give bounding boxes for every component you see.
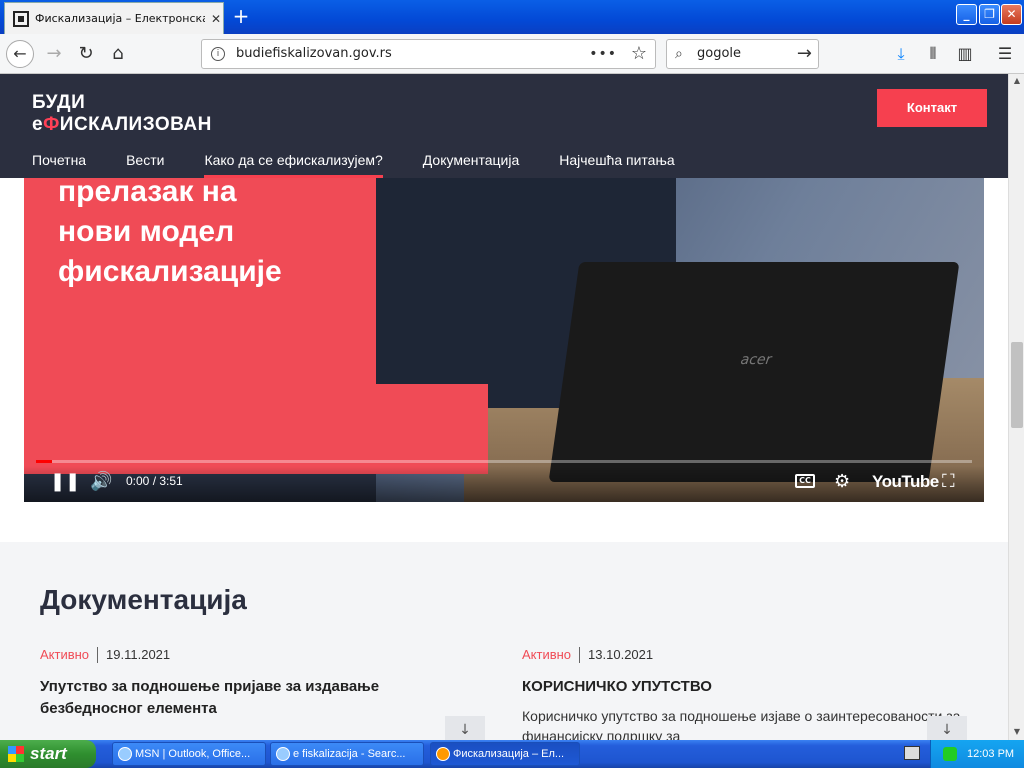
video-progress-bar[interactable] bbox=[36, 460, 972, 463]
site-logo-line2[interactable]: еФИСКАЛИЗОВАН bbox=[32, 114, 212, 136]
video-laptop: acer bbox=[548, 262, 960, 482]
system-tray: 12:03 PM bbox=[930, 740, 1024, 768]
section-title: Документација bbox=[40, 584, 247, 615]
taskbar-item[interactable]: MSN | Outlook, Office... bbox=[112, 742, 266, 766]
page-scrollbar[interactable]: ▲ ▼ bbox=[1008, 74, 1024, 740]
tab-title: Фискализација – Електронска ф bbox=[35, 12, 205, 25]
doc-status: Активно bbox=[522, 647, 581, 663]
sidebar-icon[interactable]: ▥ bbox=[952, 40, 978, 68]
url-text[interactable]: budiefiskalizovan.gov.rs bbox=[236, 46, 392, 61]
tab-close-icon[interactable]: ✕ bbox=[211, 12, 221, 26]
video-progress-fill bbox=[36, 460, 52, 463]
windows-logo-icon bbox=[8, 746, 24, 762]
doc-title[interactable]: КОРИСНИЧКО УПУТСТВО bbox=[522, 676, 962, 698]
site-logo-line1[interactable]: БУДИ bbox=[32, 92, 85, 114]
keyboard-icon[interactable] bbox=[904, 746, 920, 760]
settings-gear-icon[interactable]: ⚙ bbox=[834, 470, 850, 494]
menu-icon[interactable]: ☰ bbox=[992, 40, 1018, 68]
new-tab-button[interactable]: + bbox=[230, 6, 252, 28]
search-box[interactable]: ⌕ gogole → bbox=[666, 39, 819, 69]
doc-date: 13.10.2021 bbox=[588, 647, 654, 662]
home-button[interactable]: ⌂ bbox=[104, 40, 132, 68]
browser-tab[interactable]: Фискализација – Електронска ф ✕ bbox=[4, 2, 224, 34]
main-nav: Почетна Вести Како да се ефискализујем? … bbox=[32, 152, 715, 178]
video-time: 0:00 / 3:51 bbox=[126, 474, 183, 488]
close-window-button[interactable]: ✕ bbox=[1001, 4, 1022, 25]
doc-item[interactable]: Активно 19.11.2021 Упутство за подношење … bbox=[40, 646, 480, 720]
back-button[interactable]: ← bbox=[6, 40, 34, 68]
network-icon[interactable] bbox=[943, 747, 957, 761]
video-overlay-text: прелазак на нови модел фискализације bbox=[58, 178, 282, 288]
minimize-button[interactable]: _ bbox=[956, 4, 977, 25]
pause-icon[interactable]: ❚❚ bbox=[50, 470, 80, 494]
nav-faq[interactable]: Најчешћа питања bbox=[559, 152, 674, 176]
start-button[interactable]: start bbox=[0, 740, 96, 768]
doc-date: 19.11.2021 bbox=[106, 647, 171, 662]
forward-button[interactable]: → bbox=[40, 40, 68, 68]
search-icon: ⌕ bbox=[675, 46, 683, 62]
bookmark-star-icon[interactable]: ☆ bbox=[631, 40, 647, 68]
reload-button[interactable]: ↻ bbox=[72, 40, 100, 68]
site-info-icon[interactable]: i bbox=[211, 47, 225, 61]
download-doc-button[interactable]: ↓ bbox=[445, 716, 485, 740]
search-input[interactable]: gogole bbox=[697, 46, 741, 61]
clock[interactable]: 12:03 PM bbox=[967, 740, 1014, 768]
ie-icon bbox=[276, 747, 290, 761]
contact-button[interactable]: Контакт bbox=[877, 89, 987, 127]
video-player[interactable]: acer прелазак на нови модел фискализациј… bbox=[24, 178, 984, 502]
download-icon[interactable]: ⤓ bbox=[888, 40, 914, 68]
site-header: БУДИ еФИСКАЛИЗОВАН Контакт Почетна Вести… bbox=[0, 74, 1008, 178]
search-go-icon[interactable]: → bbox=[797, 40, 812, 68]
fullscreen-icon[interactable]: ⛶ bbox=[942, 470, 955, 494]
browser-toolbar: ← → ↻ ⌂ i budiefiskalizovan.gov.rs ••• ☆… bbox=[0, 34, 1024, 74]
taskbar-item-active[interactable]: Фискализација – Ел... bbox=[430, 742, 580, 766]
page-actions-icon[interactable]: ••• bbox=[589, 40, 617, 68]
download-doc-button[interactable]: ↓ bbox=[927, 716, 967, 740]
library-icon[interactable]: ⫴ bbox=[920, 40, 946, 68]
site-favicon-icon bbox=[13, 10, 29, 27]
nav-news[interactable]: Вести bbox=[126, 152, 164, 176]
nav-documentation[interactable]: Документација bbox=[423, 152, 519, 176]
nav-how-to[interactable]: Како да се ефискализујем? bbox=[204, 152, 384, 178]
doc-status: Активно bbox=[40, 647, 99, 663]
taskbar-item[interactable]: e fiskalizacija - Searc... bbox=[270, 742, 424, 766]
taskbar: start MSN | Outlook, Office... e fiskali… bbox=[0, 740, 1024, 768]
browser-title-bar: Фискализација – Електронска ф ✕ + _ ❐ ✕ bbox=[0, 0, 1024, 34]
scroll-down-arrow-icon[interactable]: ▼ bbox=[1009, 724, 1024, 740]
video-controls: ❚❚ 🔊 0:00 / 3:51 CC ⚙ YouTube ⛶ bbox=[24, 466, 984, 502]
doc-item[interactable]: Активно 13.10.2021 КОРИСНИЧКО УПУТСТВО Ко… bbox=[522, 646, 962, 746]
nav-home[interactable]: Почетна bbox=[32, 152, 86, 176]
volume-icon[interactable]: 🔊 bbox=[90, 470, 112, 494]
scrollbar-thumb[interactable] bbox=[1011, 342, 1023, 428]
scroll-up-arrow-icon[interactable]: ▲ bbox=[1009, 74, 1024, 88]
documentation-section: Документација Активно 19.11.2021 Упутство… bbox=[0, 542, 1008, 744]
youtube-logo[interactable]: YouTube bbox=[872, 472, 939, 492]
doc-title[interactable]: Упутство за подношење пријаве за издавањ… bbox=[40, 676, 480, 720]
captions-icon[interactable]: CC bbox=[795, 474, 815, 488]
restore-button[interactable]: ❐ bbox=[979, 4, 1000, 25]
url-bar[interactable]: i budiefiskalizovan.gov.rs ••• ☆ bbox=[201, 39, 656, 69]
firefox-icon bbox=[436, 747, 450, 761]
ie-icon bbox=[118, 747, 132, 761]
